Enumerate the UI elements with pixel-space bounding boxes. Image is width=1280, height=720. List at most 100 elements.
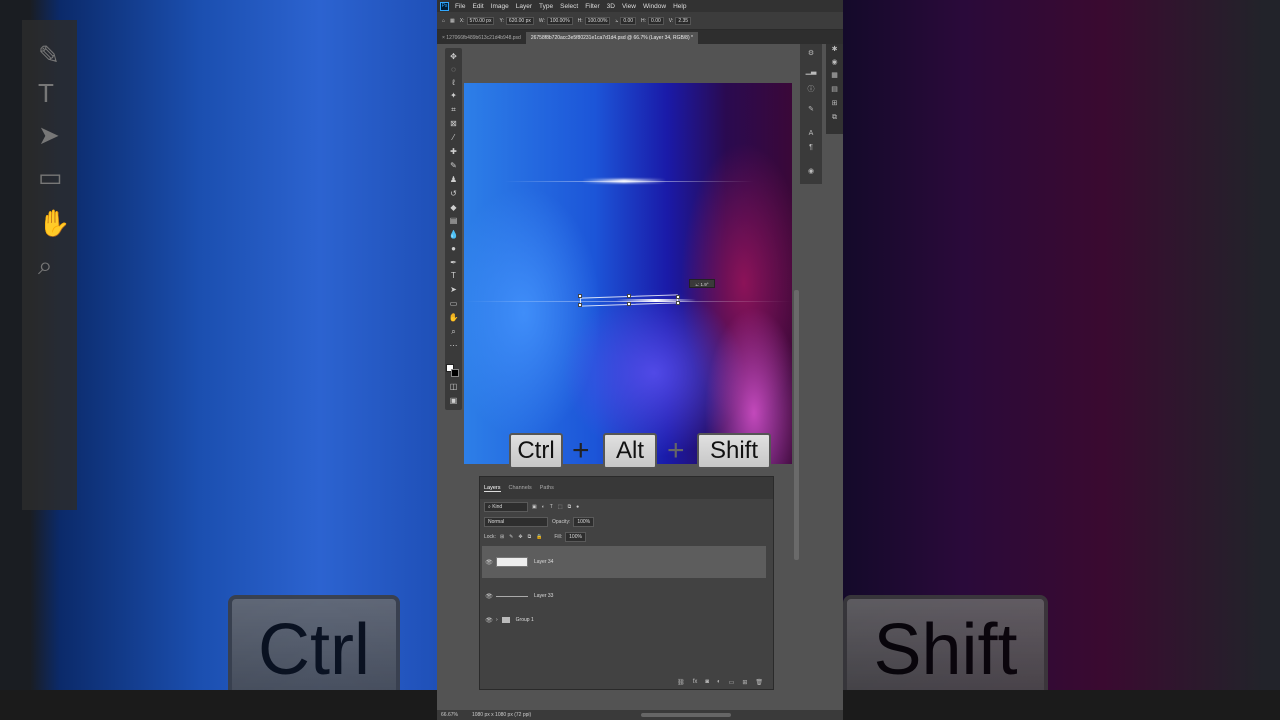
path-select-tool-icon[interactable]: ➤	[445, 284, 462, 296]
menu-select[interactable]: Select	[560, 3, 578, 10]
brush-settings-icon[interactable]: ✎	[800, 104, 822, 116]
filter-toggle-icon[interactable]: ●	[576, 504, 579, 510]
blend-mode-select[interactable]: Normal	[484, 516, 548, 527]
type-tool-icon[interactable]: T	[445, 270, 462, 282]
histogram-icon[interactable]: ▁▃	[800, 66, 822, 78]
menu-file[interactable]: File	[455, 3, 465, 10]
h-skew-field[interactable]: 0.00	[648, 16, 664, 25]
brush-tool-icon[interactable]: ✎	[445, 160, 462, 172]
filter-pixel-icon[interactable]: ▣	[532, 504, 537, 510]
lock-all-icon[interactable]: 🔒	[536, 534, 542, 540]
filter-shape-icon[interactable]: ⬚	[558, 504, 563, 510]
width-field[interactable]: 100.00%	[546, 16, 573, 25]
x-field[interactable]: 570.00 px	[466, 16, 495, 25]
eye-icon[interactable]: 👁	[482, 617, 496, 624]
lock-artboard-icon[interactable]: ⧉	[528, 534, 532, 540]
tab-channels[interactable]: Channels	[509, 485, 532, 491]
menu-type[interactable]: Type	[539, 3, 553, 10]
lock-transparency-icon[interactable]: ⊞	[500, 534, 504, 540]
lock-pixels-icon[interactable]: ✎	[509, 534, 513, 540]
eraser-tool-icon[interactable]: ◆	[445, 202, 462, 214]
stamp-tool-icon[interactable]: ♟	[445, 174, 462, 186]
quick-mask-icon[interactable]: ◫	[445, 381, 462, 393]
zoom-level[interactable]: 66.67%	[441, 712, 458, 718]
navigator-icon[interactable]: ◉	[800, 166, 822, 178]
transform-handle-top-right[interactable]	[676, 295, 680, 299]
new-adjustment-icon[interactable]: ◐	[717, 679, 721, 685]
tab-document-2[interactable]: 26758f8b720acc3e5f80231e1ca7d1d4.psd @ 6…	[525, 32, 698, 44]
background-color-swatch[interactable]	[451, 369, 459, 377]
history-brush-tool-icon[interactable]: ↺	[445, 188, 462, 200]
rotation-field[interactable]: 0.00	[620, 16, 637, 25]
gradient-tool-icon[interactable]: ▤	[445, 215, 462, 227]
hand-tool-icon[interactable]: ✋	[445, 312, 462, 324]
trash-icon[interactable]: 🗑	[755, 679, 763, 686]
home-icon[interactable]: ⌂	[442, 18, 445, 24]
pen-tool-icon[interactable]: ✒	[445, 257, 462, 269]
height-field[interactable]: 100.00%	[584, 16, 611, 25]
group-row[interactable]: 👁 › Group 1	[482, 612, 766, 628]
libraries-icon[interactable]: ▦	[826, 70, 843, 82]
patterns-icon[interactable]: ⧉	[826, 112, 843, 124]
menu-filter[interactable]: Filter	[585, 3, 599, 10]
menu-help[interactable]: Help	[673, 3, 686, 10]
document-canvas[interactable]: ⦣: 1.9°	[464, 83, 792, 464]
add-mask-icon[interactable]: ◙	[705, 679, 709, 685]
zoom-tool-icon[interactable]: ⌕	[445, 326, 462, 338]
info-icon[interactable]: ⓘ	[800, 84, 822, 96]
filter-type-icon[interactable]: T	[550, 504, 553, 510]
reference-point-icon[interactable]: ▦	[450, 18, 455, 24]
lasso-tool-icon[interactable]: ℓ	[445, 77, 462, 89]
eye-icon[interactable]: 👁	[482, 593, 496, 600]
new-layer-icon[interactable]: ⊞	[742, 679, 747, 686]
transform-handle-bottom-left[interactable]	[578, 303, 582, 307]
properties-icon[interactable]: ▤	[826, 84, 843, 96]
healing-tool-icon[interactable]: ✚	[445, 146, 462, 158]
tab-paths[interactable]: Paths	[540, 485, 554, 491]
eyedropper-tool-icon[interactable]: ⁄	[445, 132, 462, 144]
transform-handle-bottom-center[interactable]	[627, 302, 631, 306]
layer-row-selected[interactable]: 👁 Layer 34	[482, 546, 766, 578]
horizontal-scrollbar[interactable]	[641, 713, 732, 717]
fill-field[interactable]: 100%	[565, 531, 586, 542]
menu-3d[interactable]: 3D	[607, 3, 615, 10]
dodge-tool-icon[interactable]: ●	[445, 243, 462, 255]
color-icon[interactable]: ✱	[826, 44, 843, 56]
menu-view[interactable]: View	[622, 3, 636, 10]
link-layers-icon[interactable]: ⛓	[677, 679, 685, 686]
adjustments-icon[interactable]: ⚙	[800, 48, 822, 60]
filter-smart-object-icon[interactable]: ⧉	[568, 504, 572, 510]
move-tool-icon[interactable]: ✥	[445, 51, 462, 63]
more-tools-icon[interactable]: ⋯	[445, 340, 462, 352]
frame-tool-icon[interactable]: ⊠	[445, 118, 462, 130]
new-group-icon[interactable]: ▭	[729, 679, 735, 686]
filter-kind-select[interactable]: ⌕ Kind	[484, 501, 528, 512]
screen-mode-icon[interactable]: ▣	[445, 395, 462, 407]
marquee-tool-icon[interactable]: ◌	[445, 64, 462, 76]
paragraph-icon[interactable]: ¶	[800, 142, 822, 154]
swatches-icon[interactable]: ◉	[826, 57, 843, 69]
layer-row[interactable]: 👁 Layer 33	[482, 587, 766, 605]
opacity-field[interactable]: 100%	[573, 516, 595, 527]
blur-tool-icon[interactable]: 💧	[445, 229, 462, 241]
v-skew-field[interactable]: 2.35	[675, 16, 692, 25]
tab-document-1[interactable]: × 127066fb489b613c21d4b948.psd	[437, 32, 526, 44]
lock-position-icon[interactable]: ✥	[518, 534, 522, 540]
menu-edit[interactable]: Edit	[472, 3, 483, 10]
chevron-right-icon[interactable]: ›	[496, 617, 498, 623]
character-icon[interactable]: A	[800, 128, 822, 140]
crop-tool-icon[interactable]: ⌗	[445, 104, 462, 116]
canvas-vertical-scrollbar[interactable]	[794, 290, 799, 560]
eye-icon[interactable]: 👁	[482, 559, 496, 566]
tab-layers[interactable]: Layers	[484, 485, 501, 492]
y-field[interactable]: 620.00 px	[505, 16, 534, 25]
rectangle-tool-icon[interactable]: ▭	[445, 298, 462, 310]
transform-handle-top-center[interactable]	[627, 294, 631, 298]
transform-handle-top-left[interactable]	[578, 294, 582, 298]
styles-icon[interactable]: ⊞	[826, 98, 843, 110]
menu-layer[interactable]: Layer	[516, 3, 532, 10]
quick-select-tool-icon[interactable]: ✦	[445, 90, 462, 102]
transform-handle-bottom-right[interactable]	[676, 301, 680, 305]
menu-window[interactable]: Window	[643, 3, 666, 10]
layer-style-icon[interactable]: fx	[693, 679, 698, 685]
